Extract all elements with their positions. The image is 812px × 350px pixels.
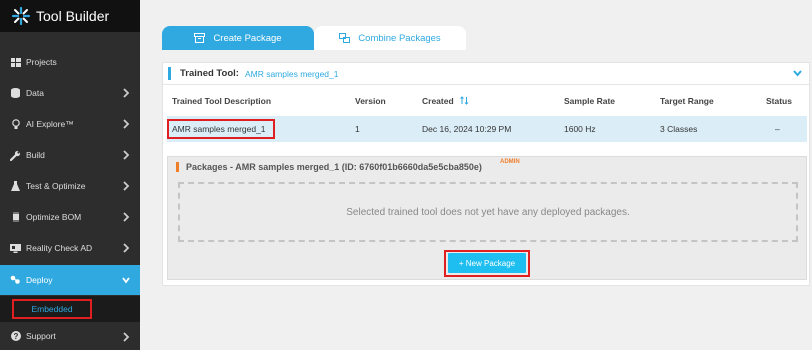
cell-target-range: 3 Classes [660,124,698,134]
tab-label: Combine Packages [358,32,441,44]
deploy-subnav: Embedded [0,296,140,322]
chevron-right-icon [123,332,130,342]
sidebar-subitem-label: Embedded [31,304,73,314]
sidebar-item-reality-check-ad[interactable]: Reality Check AD [0,233,140,263]
deploy-icon [10,275,21,286]
trained-tool-label: Trained Tool: [180,68,239,79]
cell-sample-rate: 1600 Hz [564,124,596,134]
tab-combine-packages[interactable]: Combine Packages [314,26,466,50]
empty-packages-area: Selected trained tool does not yet have … [178,182,798,242]
column-header-label: Created [422,96,454,106]
column-header-target-range: Target Range [660,96,714,106]
empty-message: Selected trained tool does not yet have … [346,206,630,218]
grid-icon [10,57,21,68]
sidebar-item-label: AI Explore™ [26,119,74,129]
sidebar-item-build[interactable]: Build [0,140,140,170]
chip-icon [10,212,21,223]
combine-icon [339,33,351,43]
column-header-version: Version [355,96,386,106]
lightbulb-icon [10,118,21,130]
sidebar-subitem-embedded[interactable]: Embedded [12,299,92,319]
sidebar-item-label: Reality Check AD [26,243,93,253]
packages-accent-bar [176,162,179,172]
help-icon: ? [10,331,21,342]
header-accent-bar [168,67,171,80]
sidebar-item-label: Test & Optimize [26,181,86,191]
tab-label: Create Package [213,32,282,44]
column-header-created[interactable]: Created [422,96,469,106]
sidebar-item-label: Support [26,331,56,341]
new-package-button[interactable]: + New Package [448,253,526,273]
column-header-description: Trained Tool Description [172,96,272,106]
database-icon [10,88,21,99]
app-brand[interactable]: Tool Builder [0,0,140,32]
admin-badge: ADMIN [500,159,520,165]
trained-tool-header[interactable]: Trained Tool: AMR samples merged_1 [163,63,809,85]
sidebar-item-label: Optimize BOM [26,212,82,222]
sidebar-item-label: Deploy [26,275,53,285]
chevron-right-icon [123,212,130,222]
svg-text:?: ? [13,332,18,341]
sidebar-item-projects[interactable]: Projects [0,47,140,77]
sidebar-item-test-optimize[interactable]: Test & Optimize [0,171,140,201]
chevron-right-icon [123,243,130,253]
monitor-icon [10,243,21,254]
tab-create-package[interactable]: Create Package [162,26,314,50]
packages-title-prefix: Packages - AMR samples merged_1 ( [186,162,345,172]
package-icon [194,33,206,43]
sidebar: Tool Builder Projects Data AI Explore™ B… [0,0,140,350]
sidebar-item-optimize-bom[interactable]: Optimize BOM [0,202,140,232]
wrench-icon [10,150,21,161]
cell-version: 1 [355,124,360,134]
sidebar-item-label: Build [26,150,45,160]
sidebar-item-label: Projects [26,57,57,67]
cell-created: Dec 16, 2024 10:29 PM [422,124,512,134]
sidebar-item-label: Data [26,88,44,98]
sidebar-item-deploy[interactable]: Deploy [0,265,140,295]
sidebar-item-ai-explore[interactable]: AI Explore™ [0,109,140,139]
sidebar-item-data[interactable]: Data [0,78,140,108]
cell-description[interactable]: AMR samples merged_1 [172,124,266,134]
app-title: Tool Builder [36,8,110,24]
sidebar-item-support[interactable]: ? Support [0,322,140,350]
package-id-value: 6760f01b6660da5e5cba850e [356,162,479,172]
chevron-right-icon [123,150,130,160]
chevron-right-icon [123,181,130,191]
chevron-down-icon [122,277,130,284]
cell-status: – [775,124,780,134]
sort-icon[interactable] [460,96,469,105]
packages-title: Packages - AMR samples merged_1 (ID: 676… [186,162,482,172]
packages-title-suffix: ) [478,162,482,172]
flask-icon [10,181,21,192]
column-header-sample-rate: Sample Rate [564,96,616,106]
chevron-right-icon [123,119,130,129]
chevron-down-icon[interactable] [792,68,803,78]
trained-tool-value: AMR samples merged_1 [244,68,339,79]
package-id-label: ID: [344,162,357,172]
chevron-right-icon [123,88,130,98]
tool-builder-logo-icon [11,6,31,26]
column-header-status: Status [766,96,792,106]
